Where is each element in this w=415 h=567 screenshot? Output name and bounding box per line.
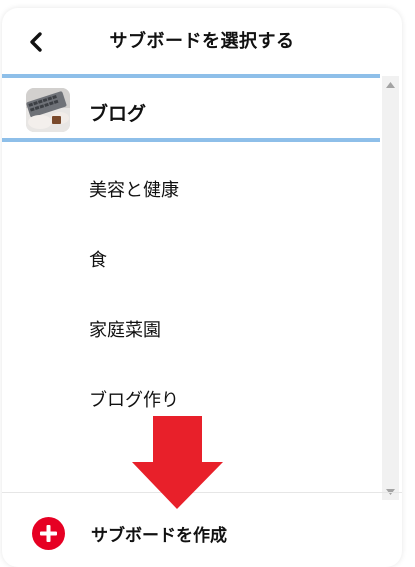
list-item[interactable]: 美容と健康: [2, 158, 380, 218]
dialog-title: サブボードを選択する: [109, 31, 295, 52]
list-item[interactable]: 家庭菜園: [2, 298, 380, 358]
vertical-scrollbar[interactable]: [382, 76, 399, 500]
page: サブボードを選択する ブログ 美容と健康 食 家庭菜園 ブログ作り サブボードを…: [0, 0, 415, 567]
triangle-up-icon: [386, 81, 395, 88]
list-item-selected[interactable]: ブログ: [2, 74, 380, 142]
select-subboard-dialog: サブボードを選択する ブログ 美容と健康 食 家庭菜園 ブログ作り サブボードを…: [2, 8, 402, 567]
keyboard-photo-icon: [26, 88, 70, 132]
list-item[interactable]: ブログ作り: [2, 368, 380, 428]
create-subboard-button[interactable]: サブボードを作成: [2, 492, 402, 567]
list-item-label: ブログ作り: [89, 390, 179, 411]
list-item-label: 美容と健康: [89, 180, 179, 201]
create-subboard-label: サブボードを作成: [91, 526, 227, 546]
list-item[interactable]: 食: [2, 228, 380, 288]
plus-icon: [32, 517, 65, 550]
scroll-up-button[interactable]: [382, 76, 399, 93]
list-item-label: 家庭菜園: [89, 320, 161, 341]
subboard-list[interactable]: ブログ 美容と健康 食 家庭菜園 ブログ作り: [2, 72, 380, 491]
list-item-label: ブログ: [89, 103, 147, 125]
list-item-label: 食: [89, 250, 107, 271]
board-thumbnail: [26, 88, 70, 132]
dialog-header: サブボードを選択する: [2, 8, 402, 72]
